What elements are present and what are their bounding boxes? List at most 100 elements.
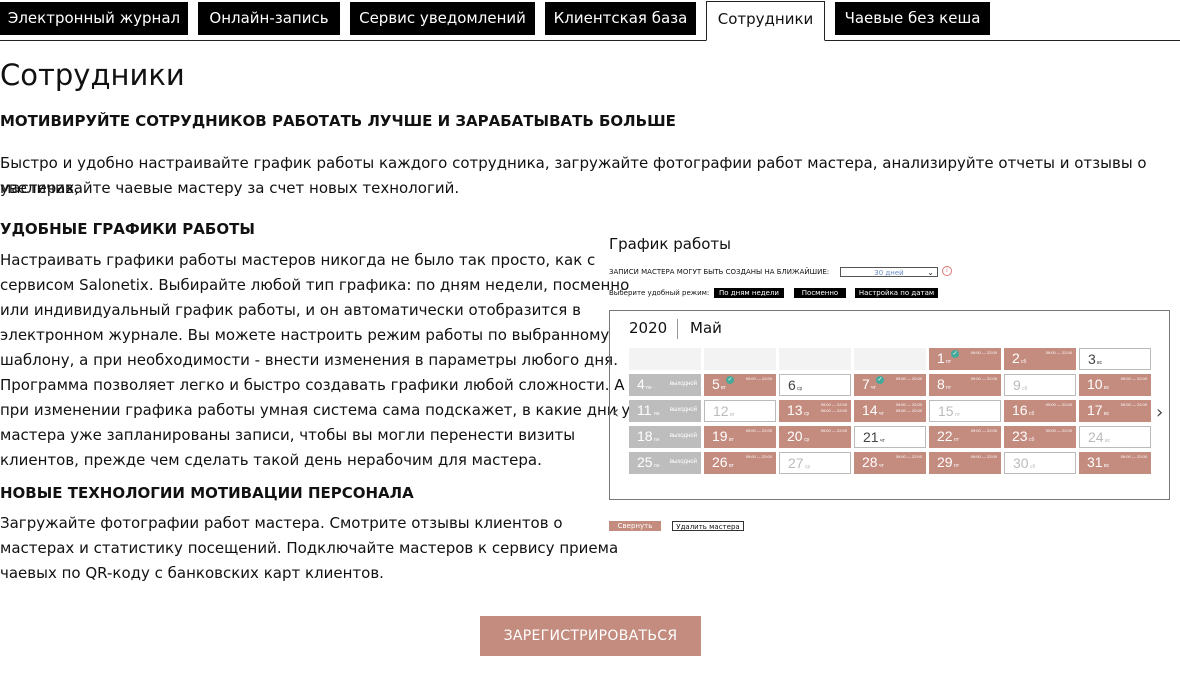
day-number: 22 <box>937 428 953 444</box>
work-hours-label: 09:00 — 22:00 <box>895 408 922 413</box>
next-month-icon[interactable]: › <box>1156 402 1163 423</box>
calendar-day-30[interactable]: 30 сб <box>1004 452 1076 474</box>
calendar-day-18[interactable]: 18 пн выходной <box>629 426 701 448</box>
weekday-label: сб <box>1021 359 1027 365</box>
tab-client-base[interactable]: Клиентская база <box>545 2 696 35</box>
day-number: 26 <box>712 454 728 470</box>
work-hours-label: 09:00 — 22:00 <box>745 454 772 459</box>
calendar-day-26[interactable]: 26 вт 09:00 — 22:00 <box>704 452 776 474</box>
tech-line: мастерах и статистику посещений. Подключ… <box>0 539 619 557</box>
calendar-day-27[interactable]: 27 ср <box>779 452 851 474</box>
tab-journal[interactable]: Электронный журнал <box>0 2 188 35</box>
calendar-day-20[interactable]: 20 ср 09:00 — 22:00 <box>779 426 851 448</box>
work-hours-label: 09:00 — 22:00 <box>970 428 997 433</box>
calendar-day-25[interactable]: 25 пн выходной <box>629 452 701 474</box>
calendar-day-6[interactable]: 6 ср <box>779 374 851 396</box>
weekday-label: вс <box>1097 360 1103 366</box>
work-hours-label: 09:00 — 22:00 <box>970 376 997 381</box>
calendar-day-12[interactable]: 12 вт <box>704 400 776 422</box>
work-hours-label: 09:00 — 22:00 <box>745 376 772 381</box>
calendar-day-16[interactable]: 16 сб 09:00 — 22:00 <box>1004 400 1076 422</box>
calendar-day-21[interactable]: 21 чт <box>854 426 926 448</box>
mode-dates-button[interactable]: Настройка по датам <box>855 288 938 298</box>
calendar-year: 2020 <box>629 319 668 337</box>
schedules-line: клиентов, прежде чем сделать такой день … <box>0 451 542 469</box>
work-hours-label: 09:00 — 22:00 <box>820 428 847 433</box>
weekday-label: сб <box>1030 464 1036 470</box>
calendar-day-29[interactable]: 29 пт 09:00 — 22:00 <box>929 452 1001 474</box>
work-hours-label: 09:00 — 22:00 <box>895 454 922 459</box>
work-hours-label: 09:00 — 22:00 <box>1045 350 1072 355</box>
work-hours-label: 09:00 — 22:00 <box>820 402 847 407</box>
weekday-label: ср <box>797 386 803 392</box>
register-button[interactable]: ЗАРЕГИСТРИРОВАТЬСЯ <box>480 616 701 656</box>
work-hours-label: 09:00 — 22:00 <box>820 408 847 413</box>
heading-motivate: МОТИВИРУЙТЕ СОТРУДНИКОВ РАБОТАТЬ ЛУЧШЕ И… <box>0 112 676 130</box>
prev-month-icon[interactable]: ‹ <box>612 402 619 423</box>
day-number: 27 <box>788 455 804 471</box>
day-number: 21 <box>863 429 879 445</box>
day-number: 10 <box>1087 376 1103 392</box>
day-number: 25 <box>637 454 653 470</box>
day-number: 12 <box>713 403 729 419</box>
calendar-empty-cell <box>629 348 701 370</box>
calendar-day-3[interactable]: 3 вс <box>1079 348 1151 370</box>
tab-notifications[interactable]: Сервис уведомлений <box>350 2 535 35</box>
calendar-day-1[interactable]: 1 пт 09:00 — 22:00 ✓ <box>929 348 1001 370</box>
calendar-day-2[interactable]: 2 сб 09:00 — 22:00 <box>1004 348 1076 370</box>
collapse-button[interactable]: Свернуть <box>609 521 661 531</box>
schedules-line: при изменении графика работы умная систе… <box>0 401 631 419</box>
calendar-day-7[interactable]: 7 чт 09:00 — 22:00 ✓ <box>854 374 926 396</box>
schedules-line: или индивидуальный график работы, и он а… <box>0 301 581 319</box>
day-number: 28 <box>862 454 878 470</box>
records-days-select[interactable]: 30 дней ⌄ <box>840 267 938 277</box>
calendar-day-13[interactable]: 13 ср 09:00 — 22:00 09:00 — 22:00 <box>779 400 851 422</box>
calendar-day-19[interactable]: 19 вт 09:00 — 22:00 <box>704 426 776 448</box>
day-number: 30 <box>1013 455 1029 471</box>
calendar-day-9[interactable]: 9 сб <box>1004 374 1076 396</box>
tab-tips[interactable]: Чаевые без кеша <box>835 2 990 35</box>
tab-online-booking[interactable]: Онлайн-запись <box>198 2 340 35</box>
weekday-label: чт <box>880 438 885 444</box>
weekday-label: ср <box>804 411 810 417</box>
schedules-line: электронном журнале. Вы можете настроить… <box>0 326 610 344</box>
calendar-day-17[interactable]: 17 вс 09:00 — 22:00 <box>1079 400 1151 422</box>
info-icon[interactable]: i <box>942 266 952 276</box>
tech-line: чаевых по QR-коду с банковских карт клие… <box>0 564 384 582</box>
weekday-label: ср <box>805 464 811 470</box>
calendar-day-5[interactable]: 5 вт 09:00 — 22:00 ✓ <box>704 374 776 396</box>
calendar-day-11[interactable]: 11 пн выходной <box>629 400 701 422</box>
calendar-day-23[interactable]: 23 сб 09:00 — 22:00 <box>1004 426 1076 448</box>
calendar-day-31[interactable]: 31 вс 09:00 — 22:00 <box>1079 452 1151 474</box>
calendar-day-10[interactable]: 10 вс 09:00 — 22:00 <box>1079 374 1151 396</box>
work-hours-label: 09:00 — 22:00 <box>1120 402 1147 407</box>
calendar-day-24[interactable]: 24 вс <box>1079 426 1151 448</box>
weekday-label: пн <box>654 411 660 417</box>
calendar-divider <box>677 319 678 339</box>
calendar-day-14[interactable]: 14 чт 09:00 — 22:00 09:00 — 22:00 <box>854 400 926 422</box>
weekday-label: чт <box>871 385 876 391</box>
calendar-day-4[interactable]: 4 пн выходной <box>629 374 701 396</box>
mode-shifts-button[interactable]: Посменно <box>794 288 846 298</box>
day-number: 31 <box>1087 454 1103 470</box>
weekday-label: пт <box>954 437 959 443</box>
day-number: 11 <box>637 402 652 418</box>
weekday-label: пн <box>654 463 660 469</box>
weekday-label: ср <box>804 437 810 443</box>
day-off-label: выходной <box>669 381 697 387</box>
weekday-label: пт <box>954 463 959 469</box>
day-number: 1 <box>937 350 945 366</box>
day-number: 23 <box>1012 428 1028 444</box>
day-number: 5 <box>712 376 720 392</box>
weekday-label: пт <box>946 385 951 391</box>
mode-weekdays-button[interactable]: По дням недели <box>714 288 784 298</box>
calendar-day-15[interactable]: 15 пт <box>929 400 1001 422</box>
calendar-day-28[interactable]: 28 чт 09:00 — 22:00 <box>854 452 926 474</box>
tab-employees[interactable]: Сотрудники <box>706 1 825 41</box>
delete-master-button[interactable]: Удалить мастера <box>672 521 744 531</box>
weekday-label: вс <box>1104 463 1110 469</box>
calendar-day-22[interactable]: 22 пт 09:00 — 22:00 <box>929 426 1001 448</box>
heading-schedules: УДОБНЫЕ ГРАФИКИ РАБОТЫ <box>0 220 255 238</box>
weekday-label: пт <box>955 412 960 418</box>
calendar-day-8[interactable]: 8 пт 09:00 — 22:00 <box>929 374 1001 396</box>
